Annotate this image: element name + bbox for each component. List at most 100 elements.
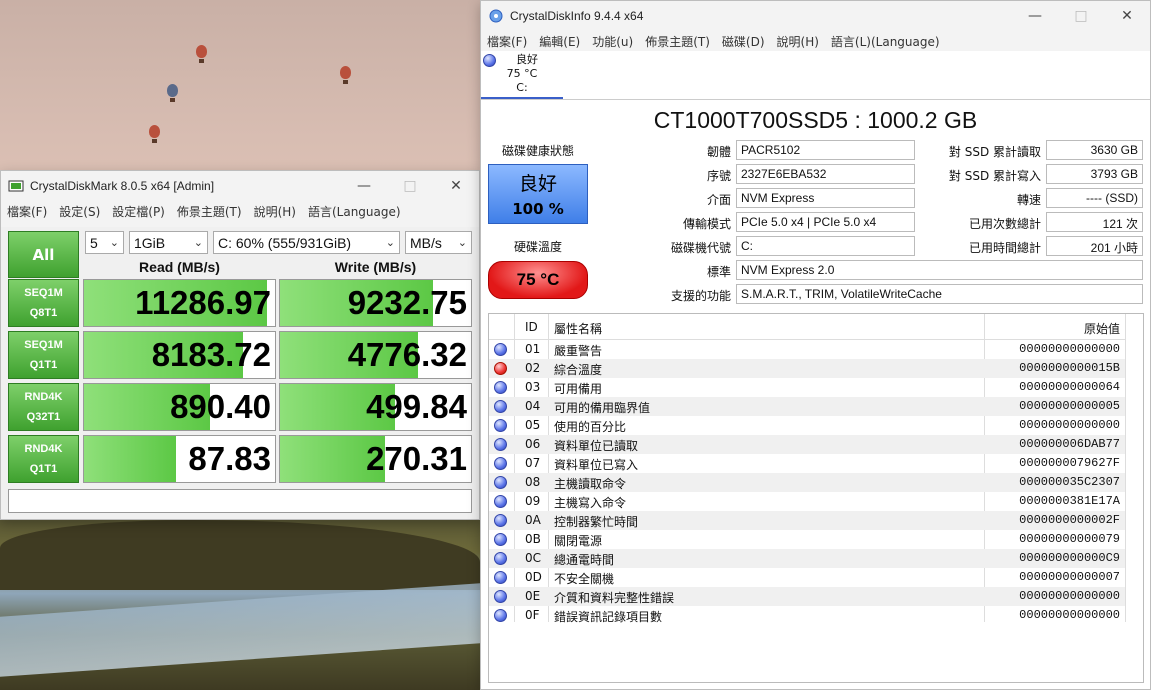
test-button[interactable]: RND4K Q32T1	[8, 383, 79, 431]
menu-language[interactable]: 語言(Language)	[302, 203, 407, 220]
table-row[interactable]: 09 主機寫入命令 0000000381E17A	[489, 492, 1125, 511]
info-label: 介面	[706, 193, 731, 207]
menu-file[interactable]: 檔案(F)	[481, 33, 533, 50]
health-status-button[interactable]: 良好 100 %	[488, 164, 588, 224]
info-label: 磁碟機代號	[670, 241, 731, 255]
attribute-name: 資料單位已寫入	[554, 458, 639, 472]
table-row[interactable]: 0E 介質和資料完整性錯誤 00000000000000	[489, 587, 1125, 606]
attribute-id: 03	[525, 380, 541, 394]
drive-value: C: 60% (555/931GiB)	[218, 234, 352, 251]
info-label: 傳輸模式	[682, 217, 731, 231]
standard-label: 標準	[706, 265, 731, 279]
column-id-header[interactable]: ID	[525, 320, 538, 334]
menu-help[interactable]: 說明(H)	[248, 203, 302, 220]
test-params: Q32T1	[26, 411, 61, 423]
unit-select[interactable]: MB/s ⌄	[405, 231, 472, 254]
menu-settings[interactable]: 設定(S)	[53, 203, 106, 220]
table-row[interactable]: 08 主機讀取命令 000000035C2307	[489, 473, 1125, 492]
write-header: Write (MB/s)	[334, 259, 417, 275]
smart-attribute-table[interactable]: ID 屬性名稱 原始值 01 嚴重警告 00000000000000 02 綜合溫度 00…	[488, 313, 1144, 683]
read-value: 8183.72	[151, 336, 271, 373]
table-row[interactable]: 04 可用的備用臨界值 00000000000005	[489, 397, 1125, 416]
balloon-image	[167, 84, 178, 102]
disk-tab-c[interactable]: 良好 75 °C C:	[481, 51, 563, 99]
health-status-text: 良好	[518, 173, 557, 195]
read-result: 890.40	[83, 383, 276, 431]
attribute-raw-value: 00000000000064	[1019, 380, 1120, 394]
table-row[interactable]: 0B 關閉電源 00000000000079	[489, 530, 1125, 549]
table-row[interactable]: 0A 控制器繁忙時間 0000000000002F	[489, 511, 1125, 530]
write-result: 4776.32	[279, 331, 472, 379]
attribute-raw-value: 000000000000C9	[1019, 551, 1120, 565]
attribute-name: 可用的備用臨界值	[554, 401, 651, 415]
table-row[interactable]: 02 綜合溫度 0000000000015B	[489, 359, 1125, 378]
status-good-icon	[494, 476, 507, 489]
attribute-raw-value: 0000000079627F	[1019, 456, 1120, 470]
balloon-image	[149, 125, 160, 143]
disk-info-panel: 良好 75 °C C: CT1000T700SSD5 : 1000.2 GB 磁…	[481, 51, 1150, 689]
table-row[interactable]: 0F 錯誤資訊記錄項目數 00000000000000	[489, 606, 1125, 625]
test-button[interactable]: SEQ1M Q8T1	[8, 279, 79, 327]
attribute-name: 可用備用	[554, 382, 603, 396]
attribute-name: 主機讀取命令	[554, 477, 627, 491]
comment-input[interactable]	[8, 489, 472, 513]
table-row[interactable]: 06 資料單位已讀取 000000006DAB77	[489, 435, 1125, 454]
menu-file[interactable]: 檔案(F)	[1, 203, 53, 220]
chevron-down-icon: ⌄	[109, 237, 119, 249]
attribute-raw-value: 000000006DAB77	[1019, 437, 1120, 451]
stat-value: 121 次	[1046, 212, 1143, 232]
benchmark-panel: All 5 ⌄ 1GiB ⌄ C: 60% (555/931GiB) ⌄ MB/s ⌄ …	[1, 227, 479, 519]
attribute-id: 09	[525, 494, 541, 508]
title-bar[interactable]: CrystalDiskMark 8.0.5 x64 [Admin] — □ ✕	[1, 171, 479, 201]
column-name-header[interactable]: 屬性名稱	[554, 320, 602, 337]
table-row[interactable]: 01 嚴重警告 00000000000000	[489, 340, 1125, 359]
count-select[interactable]: 5 ⌄	[85, 231, 124, 254]
table-row[interactable]: 05 使用的百分比 00000000000000	[489, 416, 1125, 435]
run-all-button[interactable]: All	[8, 231, 79, 278]
menu-function[interactable]: 功能(u)	[586, 33, 639, 50]
table-row[interactable]: 0D 不安全關機 00000000000007	[489, 568, 1125, 587]
write-value: 9232.75	[347, 284, 467, 321]
status-warning-icon	[494, 362, 507, 375]
test-name: SEQ1M	[24, 339, 63, 351]
column-raw-header[interactable]: 原始值	[1084, 320, 1120, 337]
features-label: 支援的功能	[670, 289, 731, 303]
features-value: S.M.A.R.T., TRIM, VolatileWriteCache	[736, 284, 1143, 304]
status-good-icon	[494, 514, 507, 527]
test-button[interactable]: RND4K Q1T1	[8, 435, 79, 483]
close-icon[interactable]: ✕	[1104, 1, 1150, 31]
menu-theme[interactable]: 佈景主題(T)	[171, 203, 248, 220]
drive-select[interactable]: C: 60% (555/931GiB) ⌄	[213, 231, 400, 254]
close-icon[interactable]: ✕	[433, 171, 479, 201]
minimize-icon[interactable]: —	[1012, 1, 1058, 31]
window-title: CrystalDiskMark 8.0.5 x64 [Admin]	[30, 179, 215, 193]
menu-edit[interactable]: 編輯(E)	[533, 33, 586, 50]
write-result: 499.84	[279, 383, 472, 431]
temperature-badge[interactable]: 75 °C	[488, 261, 588, 299]
attribute-raw-value: 00000000000000	[1019, 418, 1120, 432]
test-name: SEQ1M	[24, 287, 63, 299]
table-row[interactable]: 0C 總通電時間 000000000000C9	[489, 549, 1125, 568]
minimize-icon[interactable]: —	[341, 171, 387, 201]
menu-disk[interactable]: 磁碟(D)	[716, 33, 771, 50]
size-select[interactable]: 1GiB ⌄	[129, 231, 208, 254]
maximize-icon[interactable]: □	[387, 171, 433, 201]
menu-theme[interactable]: 佈景主題(T)	[639, 33, 716, 50]
maximize-icon[interactable]: □	[1058, 1, 1104, 31]
table-row[interactable]: 07 資料單位已寫入 0000000079627F	[489, 454, 1125, 473]
menu-bar: 檔案(F) 設定(S) 設定檔(P) 佈景主題(T) 說明(H) 語言(Lang…	[1, 201, 479, 221]
table-row[interactable]: 03 可用備用 00000000000064	[489, 378, 1125, 397]
stat-label: 轉速	[1016, 193, 1041, 207]
status-good-icon	[494, 533, 507, 546]
title-bar[interactable]: CrystalDiskInfo 9.4.4 x64 — □ ✕	[481, 1, 1150, 31]
attribute-id: 0E	[525, 589, 541, 603]
stat-value: 3630 GB	[1046, 140, 1143, 160]
status-good-icon	[494, 571, 507, 584]
test-button[interactable]: SEQ1M Q1T1	[8, 331, 79, 379]
menu-help[interactable]: 說明(H)	[771, 33, 825, 50]
health-label: 磁碟健康狀態	[501, 144, 574, 158]
menu-language[interactable]: 語言(L)(Language)	[825, 33, 946, 50]
menu-profile[interactable]: 設定檔(P)	[106, 203, 171, 220]
attribute-raw-value: 00000000000000	[1019, 342, 1120, 356]
status-good-icon	[494, 343, 507, 356]
